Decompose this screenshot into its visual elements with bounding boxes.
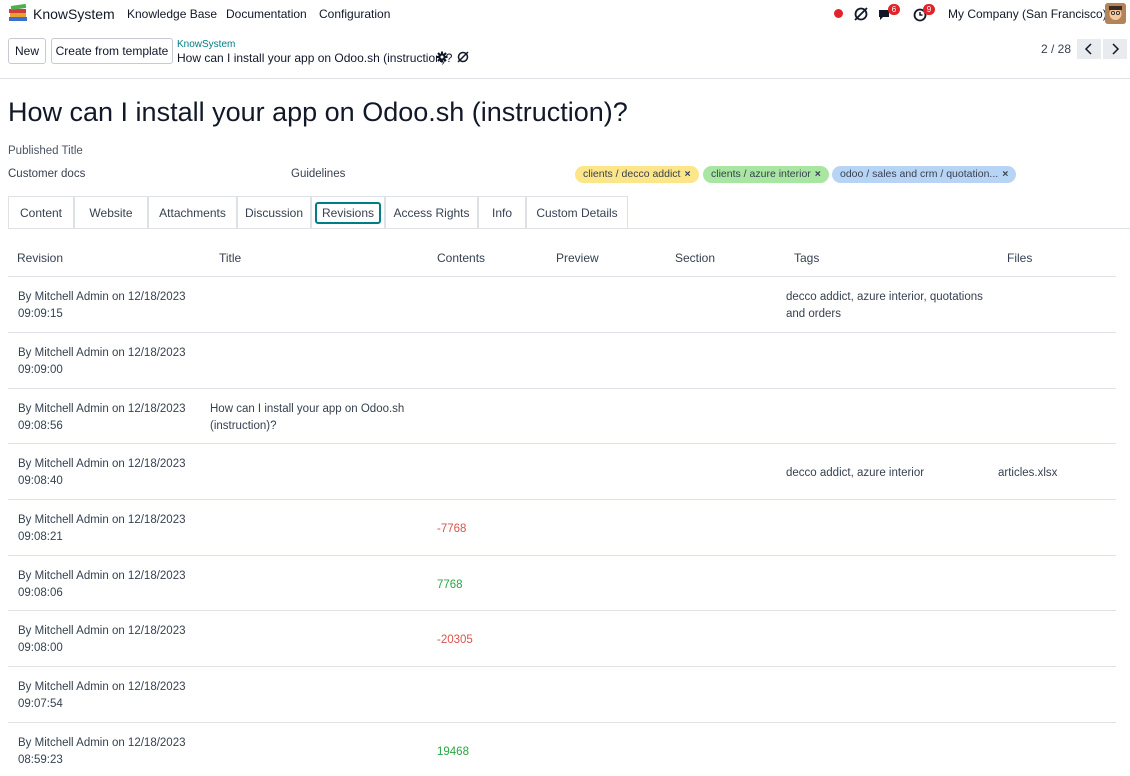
revision-author-cell: By Mitchell Admin on 12/18/2023 xyxy=(18,458,186,470)
table-row[interactable]: By Mitchell Admin on 12/18/2023 09:08:40 d… xyxy=(8,443,1116,499)
tab-custom-details[interactable]: Custom Details xyxy=(526,196,628,228)
tabs-divider xyxy=(8,228,1130,229)
contents-diff-cell: 7768 xyxy=(437,579,463,591)
table-row[interactable]: By Mitchell Admin on 12/18/2023 09:08:21 -… xyxy=(8,499,1116,555)
table-row[interactable]: By Mitchell Admin on 12/18/2023 09:09:00 xyxy=(8,332,1116,388)
contents-diff-cell: -7768 xyxy=(437,523,467,535)
column-header-contents[interactable]: Contents xyxy=(437,251,485,265)
tags-cell-line2: and orders xyxy=(786,308,841,320)
files-cell: articles.xlsx xyxy=(998,467,1058,479)
breadcrumb-parent[interactable]: KnowSystem xyxy=(177,39,235,50)
table-row[interactable]: By Mitchell Admin on 12/18/2023 09:09:15 d… xyxy=(8,276,1116,332)
revision-author-cell: By Mitchell Admin on 12/18/2023 xyxy=(18,570,186,582)
menu-configuration[interactable]: Configuration xyxy=(319,7,390,21)
type-field[interactable]: Guidelines xyxy=(291,168,345,180)
column-header-tags[interactable]: Tags xyxy=(794,251,819,265)
tab-revisions[interactable]: Revisions xyxy=(311,196,385,228)
revision-time-cell: 09:07:54 xyxy=(18,698,63,710)
revision-time-cell: 09:09:15 xyxy=(18,308,63,320)
divider xyxy=(0,78,1130,79)
menu-knowledge-base[interactable]: Knowledge Base xyxy=(127,7,217,21)
tag-quotations: odoo / sales and crm / quotation... × xyxy=(832,166,1017,183)
tab-website[interactable]: Website xyxy=(74,196,148,228)
table-row[interactable]: By Mitchell Admin on 12/18/2023 09:07:54 xyxy=(8,666,1116,722)
chat-badge: 6 xyxy=(888,4,900,15)
contents-diff-cell: -20305 xyxy=(437,634,473,646)
revision-time-cell: 08:59:23 xyxy=(18,754,63,766)
revision-author-cell: By Mitchell Admin on 12/18/2023 xyxy=(18,625,186,637)
revision-time-cell: 09:08:00 xyxy=(18,642,63,654)
revision-author-cell: By Mitchell Admin on 12/18/2023 xyxy=(18,681,186,693)
revision-author-cell: By Mitchell Admin on 12/18/2023 xyxy=(18,737,186,749)
activity-badge: 9 xyxy=(923,4,935,15)
user-avatar[interactable] xyxy=(1105,3,1126,24)
table-row[interactable]: By Mitchell Admin on 12/18/2023 09:08:56 H… xyxy=(8,388,1116,444)
published-title-label: Published Title xyxy=(8,145,83,157)
company-switcher[interactable]: My Company (San Francisco) xyxy=(948,7,1107,21)
menu-documentation[interactable]: Documentation xyxy=(226,7,307,21)
revision-author-cell: By Mitchell Admin on 12/18/2023 xyxy=(18,291,186,303)
refresh-icon[interactable] xyxy=(852,5,870,23)
remove-tag-icon[interactable]: × xyxy=(684,168,690,180)
page-title[interactable]: How can I install your app on Odoo.sh (i… xyxy=(8,97,628,128)
column-header-title[interactable]: Title xyxy=(219,251,241,265)
contents-diff-cell: 19468 xyxy=(437,746,469,758)
table-row[interactable]: By Mitchell Admin on 12/18/2023 09:08:00 -… xyxy=(8,610,1116,666)
revision-time-cell: 09:08:56 xyxy=(18,420,63,432)
new-button[interactable]: New xyxy=(8,38,46,64)
revision-time-cell: 09:08:40 xyxy=(18,475,63,487)
tab-discussion[interactable]: Discussion xyxy=(237,196,311,228)
tab-info[interactable]: Info xyxy=(478,196,526,228)
tag-azure-interior: clients / azure interior × xyxy=(703,166,829,183)
chevron-right-icon xyxy=(1112,43,1120,55)
app-name[interactable]: KnowSystem xyxy=(33,6,115,22)
tab-revisions-label: Revisions xyxy=(314,201,382,224)
status-dot-icon[interactable] xyxy=(834,9,843,18)
gear-icon[interactable] xyxy=(436,51,448,63)
remove-tag-icon[interactable]: × xyxy=(1002,168,1008,180)
chevron-left-icon xyxy=(1084,43,1092,55)
revision-author-cell: By Mitchell Admin on 12/18/2023 xyxy=(18,347,186,359)
revision-author-cell: By Mitchell Admin on 12/18/2023 xyxy=(18,514,186,526)
column-header-section[interactable]: Section xyxy=(675,251,715,265)
breadcrumb-current: How can I install your app on Odoo.sh (i… xyxy=(177,51,453,65)
tab-content[interactable]: Content xyxy=(8,196,74,228)
pager-next-button[interactable] xyxy=(1103,39,1127,59)
revision-time-cell: 09:09:00 xyxy=(18,364,63,376)
tab-access-rights[interactable]: Access Rights xyxy=(385,196,478,228)
create-from-template-button[interactable]: Create from template xyxy=(51,38,173,64)
discard-icon[interactable] xyxy=(456,50,470,64)
tags-cell: decco addict, azure interior xyxy=(786,467,925,479)
revision-author-cell: By Mitchell Admin on 12/18/2023 xyxy=(18,403,186,415)
tab-attachments[interactable]: Attachments xyxy=(148,196,237,228)
section-field[interactable]: Customer docs xyxy=(8,168,85,180)
column-header-files[interactable]: Files xyxy=(1007,251,1032,265)
table-row[interactable]: By Mitchell Admin on 12/18/2023 09:08:06 7… xyxy=(8,555,1116,611)
pager-value[interactable]: 2 / 28 xyxy=(1041,42,1071,56)
title-cell: How can I install your app on Odoo.sh xyxy=(210,403,405,415)
pager-previous-button[interactable] xyxy=(1077,39,1101,59)
column-header-preview[interactable]: Preview xyxy=(556,251,599,265)
table-row[interactable]: By Mitchell Admin on 12/18/2023 08:59:23 1… xyxy=(8,722,1116,776)
tags-cell: decco addict, azure interior, quotations xyxy=(786,291,983,303)
tag-decco-addict: clients / decco addict × xyxy=(575,166,699,183)
column-header-revision[interactable]: Revision xyxy=(17,251,63,265)
title-cell-line2: (instruction)? xyxy=(210,420,277,432)
books-logo-icon[interactable] xyxy=(8,3,28,23)
revision-time-cell: 09:08:21 xyxy=(18,531,63,543)
remove-tag-icon[interactable]: × xyxy=(815,168,821,180)
revision-time-cell: 09:08:06 xyxy=(18,587,63,599)
